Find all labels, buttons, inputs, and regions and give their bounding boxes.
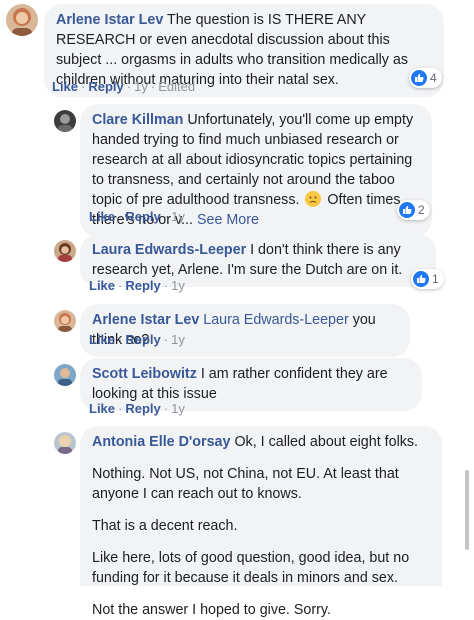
comment-text: Ok, I called about eight folks.: [230, 434, 419, 450]
timestamp[interactable]: 1y: [134, 79, 148, 94]
comment-author[interactable]: Arlene Istar Lev: [56, 12, 163, 28]
comment-actions: Like · Reply · 1y: [89, 209, 185, 224]
reaction-number: 4: [430, 71, 437, 85]
separator: ·: [163, 209, 169, 224]
separator: ·: [126, 79, 132, 94]
comment-author[interactable]: Laura Edwards-Leeper: [92, 242, 246, 258]
reaction-count[interactable]: 4: [409, 68, 442, 88]
comment-author[interactable]: Clare Killman: [92, 112, 183, 128]
avatar-antonia[interactable]: [54, 432, 76, 454]
comment-paragraph: Like here, lots of good question, good i…: [92, 550, 410, 586]
comment-paragraph: That is a decent reach.: [92, 518, 238, 534]
separator: ·: [118, 278, 123, 293]
like-link[interactable]: Like: [89, 332, 115, 347]
like-link[interactable]: Like: [52, 79, 78, 94]
like-link[interactable]: Like: [89, 401, 115, 416]
avatar-arlene[interactable]: [54, 310, 76, 332]
comment-author[interactable]: Arlene Istar Lev: [92, 312, 199, 328]
reaction-count[interactable]: 2: [397, 200, 430, 220]
reply-link[interactable]: Reply: [88, 79, 123, 94]
like-icon: [413, 271, 429, 287]
timestamp[interactable]: 1y: [171, 401, 185, 416]
like-link[interactable]: Like: [89, 209, 115, 224]
avatar-laura[interactable]: [54, 240, 76, 262]
comment-bubble: Arlene Istar Lev Laura Edwards-Leeper yo…: [80, 304, 410, 357]
separator: ·: [163, 401, 169, 416]
separator: ·: [118, 332, 123, 347]
see-more-link[interactable]: See More: [197, 212, 259, 228]
like-icon: [411, 70, 427, 86]
avatar-arlene[interactable]: [6, 4, 38, 36]
comment-author[interactable]: Antonia Elle D'orsay: [92, 434, 230, 450]
comment-bubble: Antonia Elle D'orsay Ok, I called about …: [80, 426, 442, 618]
timestamp[interactable]: 1y: [171, 209, 185, 224]
sad-face-emoji: [305, 191, 322, 207]
reply-link[interactable]: Reply: [125, 209, 160, 224]
comment-actions: Like · Reply · 1y: [89, 401, 185, 416]
reaction-number: 1: [432, 272, 439, 286]
scrollbar-thumb[interactable]: [465, 470, 469, 550]
separator: ·: [150, 79, 156, 94]
like-link[interactable]: Like: [89, 278, 115, 293]
comment-paragraph: Nothing. Not US, not China, not EU. At l…: [92, 466, 399, 502]
separator: ·: [118, 401, 123, 416]
mention-link[interactable]: Laura Edwards-Leeper: [203, 312, 348, 328]
reaction-count[interactable]: 1: [411, 269, 444, 289]
like-icon: [399, 202, 415, 218]
edited-label[interactable]: Edited: [158, 79, 195, 94]
comment-actions: Like · Reply · 1y · Edited: [52, 79, 195, 94]
timestamp[interactable]: 1y: [171, 332, 185, 347]
avatar-clare[interactable]: [54, 110, 76, 132]
comment-paragraph: Not the answer I hoped to give. Sorry.: [92, 602, 331, 618]
timestamp[interactable]: 1y: [171, 278, 185, 293]
reply-link[interactable]: Reply: [125, 401, 160, 416]
reply-link[interactable]: Reply: [125, 332, 160, 347]
separator: ·: [118, 209, 123, 224]
avatar-scott[interactable]: [54, 364, 76, 386]
comment-actions: Like · Reply · 1y: [89, 278, 185, 293]
reply-link[interactable]: Reply: [125, 278, 160, 293]
separator: ·: [81, 79, 86, 94]
reaction-number: 2: [418, 203, 425, 217]
comment-author[interactable]: Scott Leibowitz: [92, 366, 197, 382]
separator: ·: [163, 332, 169, 347]
comment-first-paragraph: Antonia Elle D'orsay Ok, I called about …: [92, 432, 430, 452]
separator: ·: [163, 278, 169, 293]
comment-actions: Like · Reply · 1y: [89, 332, 185, 347]
